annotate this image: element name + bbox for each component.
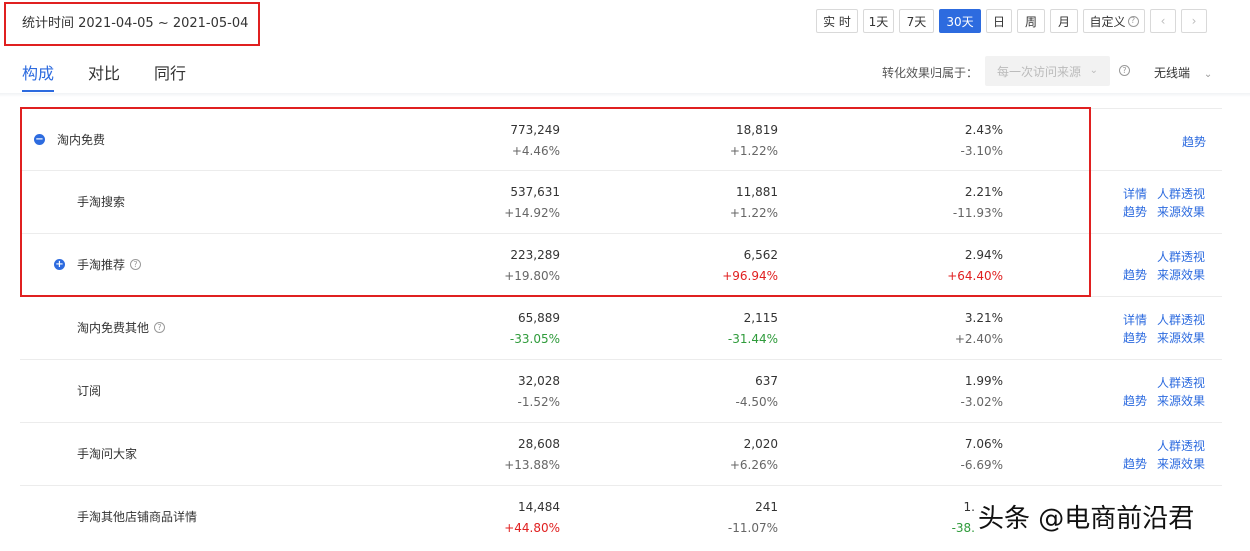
period-30day-button[interactable]: 30天 bbox=[939, 9, 981, 33]
trend-link[interactable]: 趋势 bbox=[1123, 203, 1147, 220]
date-range: 统计时间 2021-04-05 ~ 2021-05-04 bbox=[22, 16, 249, 31]
row-name: 手淘问大家 bbox=[77, 445, 137, 462]
table-row: 淘内免费其他 ? 65,889 -33.05% 2,115 -31.44% 3.… bbox=[20, 297, 1222, 360]
buyers-value: 2,020 bbox=[743, 437, 778, 451]
trend-link[interactable]: 趋势 bbox=[1123, 266, 1147, 283]
row-label: 订阅 bbox=[77, 384, 102, 398]
tab-composition[interactable]: 构成 bbox=[22, 60, 54, 84]
visitors-change: -33.05% bbox=[509, 332, 560, 346]
source-effect-link[interactable]: 来源效果 bbox=[1157, 266, 1205, 283]
conversion-change: -6.69% bbox=[960, 458, 1003, 472]
buyers-value: 2,115 bbox=[743, 311, 778, 325]
period-week-button[interactable]: 周 bbox=[1017, 9, 1045, 33]
source-effect-link[interactable]: 来源效果 bbox=[1157, 203, 1205, 220]
crowd-link[interactable]: 人群透视 bbox=[1157, 248, 1205, 265]
crowd-link[interactable]: 人群透视 bbox=[1157, 374, 1205, 391]
header-divider bbox=[0, 93, 1250, 97]
conversion-value: 1.99% bbox=[964, 374, 1003, 388]
buyers-value: 637 bbox=[755, 374, 778, 388]
help-icon: ? bbox=[1127, 15, 1139, 27]
row-label: 淘内免费其他 bbox=[77, 321, 150, 335]
trend-link[interactable]: 趋势 bbox=[1123, 329, 1147, 346]
device-select[interactable]: 无线端 ⌄ bbox=[1154, 64, 1212, 81]
source-effect-link[interactable]: 来源效果 bbox=[1157, 392, 1205, 409]
attribution-label: 转化效果归属于： bbox=[882, 66, 979, 80]
conversion-change: -38. bbox=[951, 521, 975, 535]
buyers-change: -31.44% bbox=[727, 332, 778, 346]
buyers-change: -4.50% bbox=[735, 395, 778, 409]
crowd-link[interactable]: 人群透视 bbox=[1157, 311, 1205, 328]
trend-link[interactable]: 趋势 bbox=[1123, 455, 1147, 472]
source-effect-link[interactable]: 来源效果 bbox=[1157, 329, 1205, 346]
prev-period-button[interactable]: ‹ bbox=[1150, 9, 1176, 33]
period-custom-button[interactable]: 自定义 ? bbox=[1083, 9, 1145, 33]
trend-link[interactable]: 趋势 bbox=[1123, 392, 1147, 409]
tab-compare[interactable]: 对比 bbox=[88, 60, 120, 84]
attribution-select-value: 每一次访问来源 bbox=[997, 64, 1082, 79]
conversion-value: 7.06% bbox=[964, 437, 1003, 451]
period-custom-label: 自定义 bbox=[1089, 14, 1126, 29]
conversion-change: -3.02% bbox=[960, 395, 1003, 409]
period-month-button[interactable]: 月 bbox=[1050, 9, 1078, 33]
row-name: 手淘其他店铺商品详情 bbox=[77, 508, 197, 525]
chevron-down-icon: ⌄ bbox=[1203, 69, 1213, 80]
buyers-change: -11.07% bbox=[727, 521, 778, 535]
visitors-value: 28,608 bbox=[518, 437, 560, 451]
watermark: 头条 @电商前沿君 bbox=[978, 504, 1195, 534]
visitors-value: 32,028 bbox=[518, 374, 560, 388]
detail-link[interactable]: 详情 bbox=[1123, 311, 1147, 328]
source-effect-link[interactable]: 来源效果 bbox=[1157, 455, 1205, 472]
visitors-change: +44.80% bbox=[504, 521, 560, 535]
buyers-value: 241 bbox=[755, 500, 778, 514]
row-name: 淘内免费其他 ? bbox=[77, 319, 166, 336]
active-tab-indicator bbox=[22, 90, 54, 92]
detail-link[interactable]: 详情 bbox=[1123, 185, 1147, 202]
table-row: 订阅 32,028 -1.52% 637 -4.50% 1.99% -3.02%… bbox=[20, 360, 1222, 423]
period-7day-button[interactable]: 7天 bbox=[899, 9, 934, 33]
highlight-annotation bbox=[20, 107, 1091, 297]
crowd-link[interactable]: 人群透视 bbox=[1157, 185, 1205, 202]
conversion-value: 1. bbox=[963, 500, 975, 514]
next-period-button[interactable]: › bbox=[1181, 9, 1207, 33]
tab-peers[interactable]: 同行 bbox=[154, 60, 186, 84]
chevron-down-icon: ⌄ bbox=[1089, 65, 1098, 76]
buyers-change: +6.26% bbox=[729, 458, 778, 472]
period-selector: 实 时 1天 7天 30天 日 周 月 自定义 ? ‹ › bbox=[816, 9, 1212, 33]
crowd-link[interactable]: 人群透视 bbox=[1157, 437, 1205, 454]
help-icon[interactable]: ? bbox=[154, 322, 166, 333]
device-select-value: 无线端 bbox=[1154, 66, 1191, 80]
attribution-help-icon[interactable]: ? bbox=[1119, 65, 1130, 76]
row-label: 手淘问大家 bbox=[77, 447, 138, 461]
view-tabs: 构成 对比 同行 bbox=[22, 60, 220, 84]
table-row: 手淘问大家 28,608 +13.88% 2,020 +6.26% 7.06% … bbox=[20, 423, 1222, 486]
conversion-value: 3.21% bbox=[964, 311, 1003, 325]
visitors-change: -1.52% bbox=[517, 395, 560, 409]
row-label: 手淘其他店铺商品详情 bbox=[77, 510, 198, 524]
period-1day-button[interactable]: 1天 bbox=[863, 9, 894, 33]
visitors-value: 14,484 bbox=[518, 500, 560, 514]
period-realtime-button[interactable]: 实 时 bbox=[816, 9, 858, 33]
trend-link[interactable]: 趋势 bbox=[1182, 133, 1206, 150]
row-name: 订阅 bbox=[77, 382, 101, 399]
conversion-change: +2.40% bbox=[954, 332, 1003, 346]
attribution-select[interactable]: 每一次访问来源 ⌄ bbox=[985, 56, 1110, 86]
period-day-button[interactable]: 日 bbox=[986, 9, 1012, 33]
visitors-change: +13.88% bbox=[504, 458, 560, 472]
visitors-value: 65,889 bbox=[518, 311, 560, 325]
